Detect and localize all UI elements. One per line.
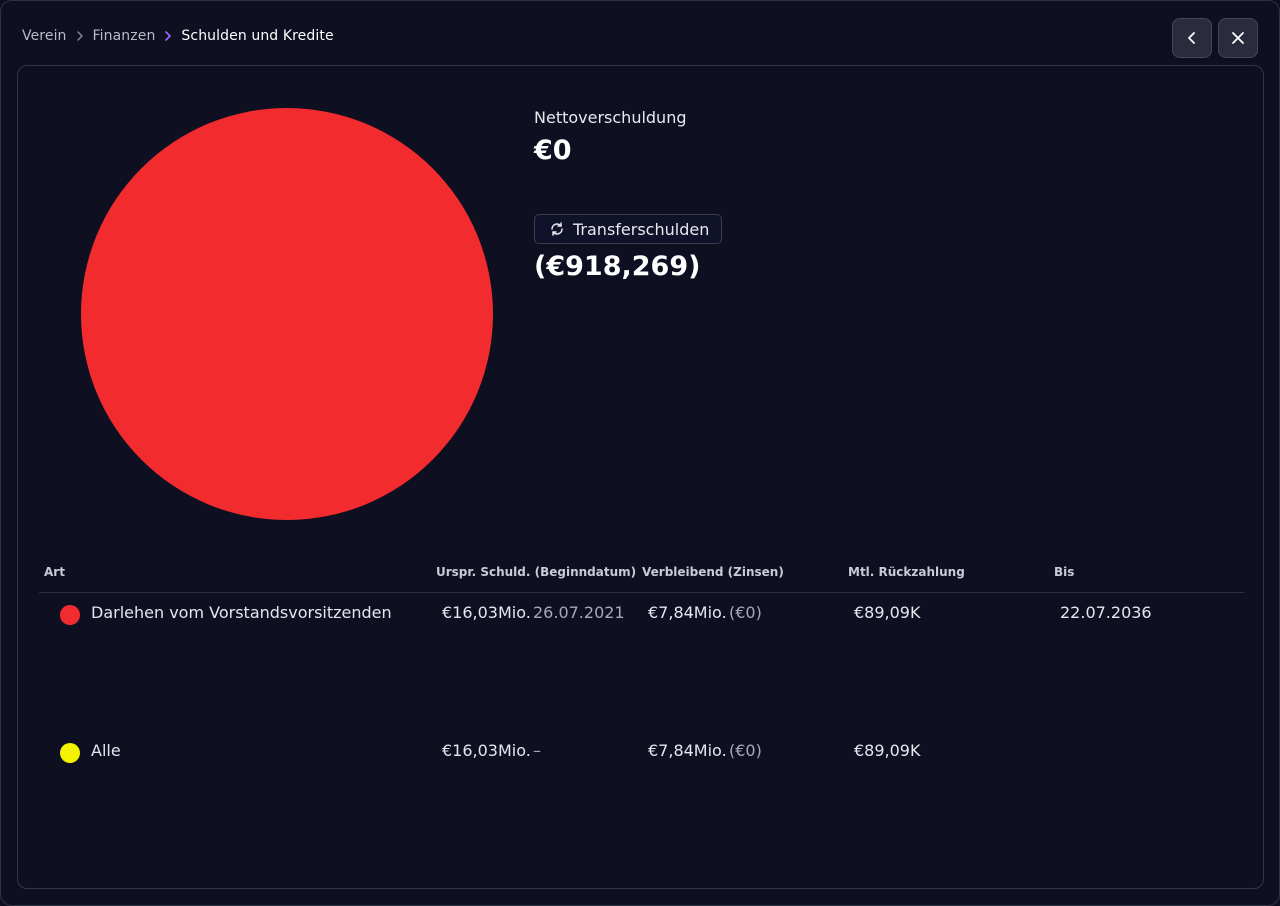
row-remaining: €7,84Mio. [648, 603, 727, 622]
row-until: 22.07.2036 [1060, 603, 1152, 622]
table-row[interactable]: Alle €16,03Mio. – €7,84Mio. (€0) €89,09K [39, 731, 1244, 869]
row-original: €16,03Mio. [442, 603, 531, 622]
summary-block: Nettoverschuldung €0 [534, 108, 687, 166]
chevron-left-icon [1188, 32, 1195, 44]
finance-window: Verein Finanzen Schulden und Kredite Net… [0, 0, 1280, 906]
chevron-right-icon [161, 29, 175, 43]
row-interest: (€0) [729, 741, 762, 760]
close-icon [1232, 32, 1244, 44]
series-color-dot [60, 605, 80, 625]
row-name: Alle [91, 741, 121, 760]
refresh-icon [549, 221, 565, 237]
transfer-debt-label: Transferschulden [573, 219, 710, 239]
row-monthly: €89,09K [854, 603, 921, 622]
debt-panel: Nettoverschuldung €0 Transferschulden (€… [17, 65, 1264, 889]
row-monthly: €89,09K [854, 741, 921, 760]
transfer-debt-button[interactable]: Transferschulden [534, 214, 723, 244]
breadcrumb-finanzen[interactable]: Finanzen [93, 28, 156, 44]
header-monthly: Mtl. Rückzahlung [848, 565, 965, 579]
table-row[interactable]: Darlehen vom Vorstandsvorsitzenden €16,0… [39, 593, 1244, 731]
series-color-dot [60, 743, 80, 763]
transfer-debt-value: (€918,269) [534, 251, 701, 282]
table-header: Art Urspr. Schuld. (Beginndatum) Verblei… [39, 560, 1244, 593]
row-original: €16,03Mio. [442, 741, 531, 760]
row-interest: (€0) [729, 603, 762, 622]
row-name: Darlehen vom Vorstandsvorsitzenden [91, 603, 392, 622]
row-start-date: 26.07.2021 [533, 603, 625, 622]
header-original: Urspr. Schuld. (Beginndatum) [436, 565, 637, 579]
row-start-date: – [533, 741, 541, 760]
header-art: Art [44, 565, 65, 579]
breadcrumb-schulden-und-kredite: Schulden und Kredite [181, 28, 334, 44]
debt-table: Art Urspr. Schuld. (Beginndatum) Verblei… [39, 560, 1244, 869]
pie-chart-svg [81, 108, 493, 520]
debt-pie-chart [80, 107, 494, 521]
breadcrumb: Verein Finanzen Schulden und Kredite [22, 28, 334, 44]
header-remaining: Verbleibend (Zinsen) [642, 565, 784, 579]
net-debt-label: Nettoverschuldung [534, 108, 687, 127]
back-button[interactable] [1172, 18, 1212, 58]
net-debt-value: €0 [534, 135, 572, 166]
row-remaining: €7,84Mio. [648, 741, 727, 760]
close-button[interactable] [1218, 18, 1258, 58]
pie-slice[interactable] [81, 108, 493, 520]
breadcrumb-verein[interactable]: Verein [22, 28, 67, 44]
header-until: Bis [1054, 565, 1075, 579]
chevron-right-icon [73, 29, 87, 43]
